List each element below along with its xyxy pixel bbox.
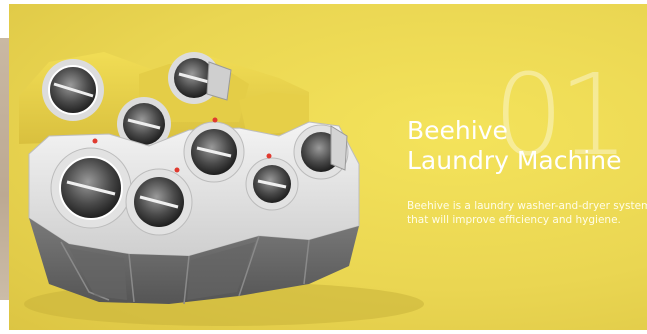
hero-banner: 01 Beehive Laundry Machine Beehive is a … — [9, 4, 647, 330]
product-title: Beehive Laundry Machine — [407, 116, 621, 176]
title-line-2: Laundry Machine — [407, 146, 622, 175]
page-frame: 01 Beehive Laundry Machine Beehive is a … — [0, 0, 647, 334]
product-description: Beehive is a laundry washer-and-dryer sy… — [407, 199, 647, 227]
description-line-1: Beehive is a laundry washer-and-dryer sy… — [407, 200, 647, 212]
description-line-2: that will improve efficiency and hygiene… — [407, 214, 621, 226]
title-line-1: Beehive — [407, 116, 508, 145]
